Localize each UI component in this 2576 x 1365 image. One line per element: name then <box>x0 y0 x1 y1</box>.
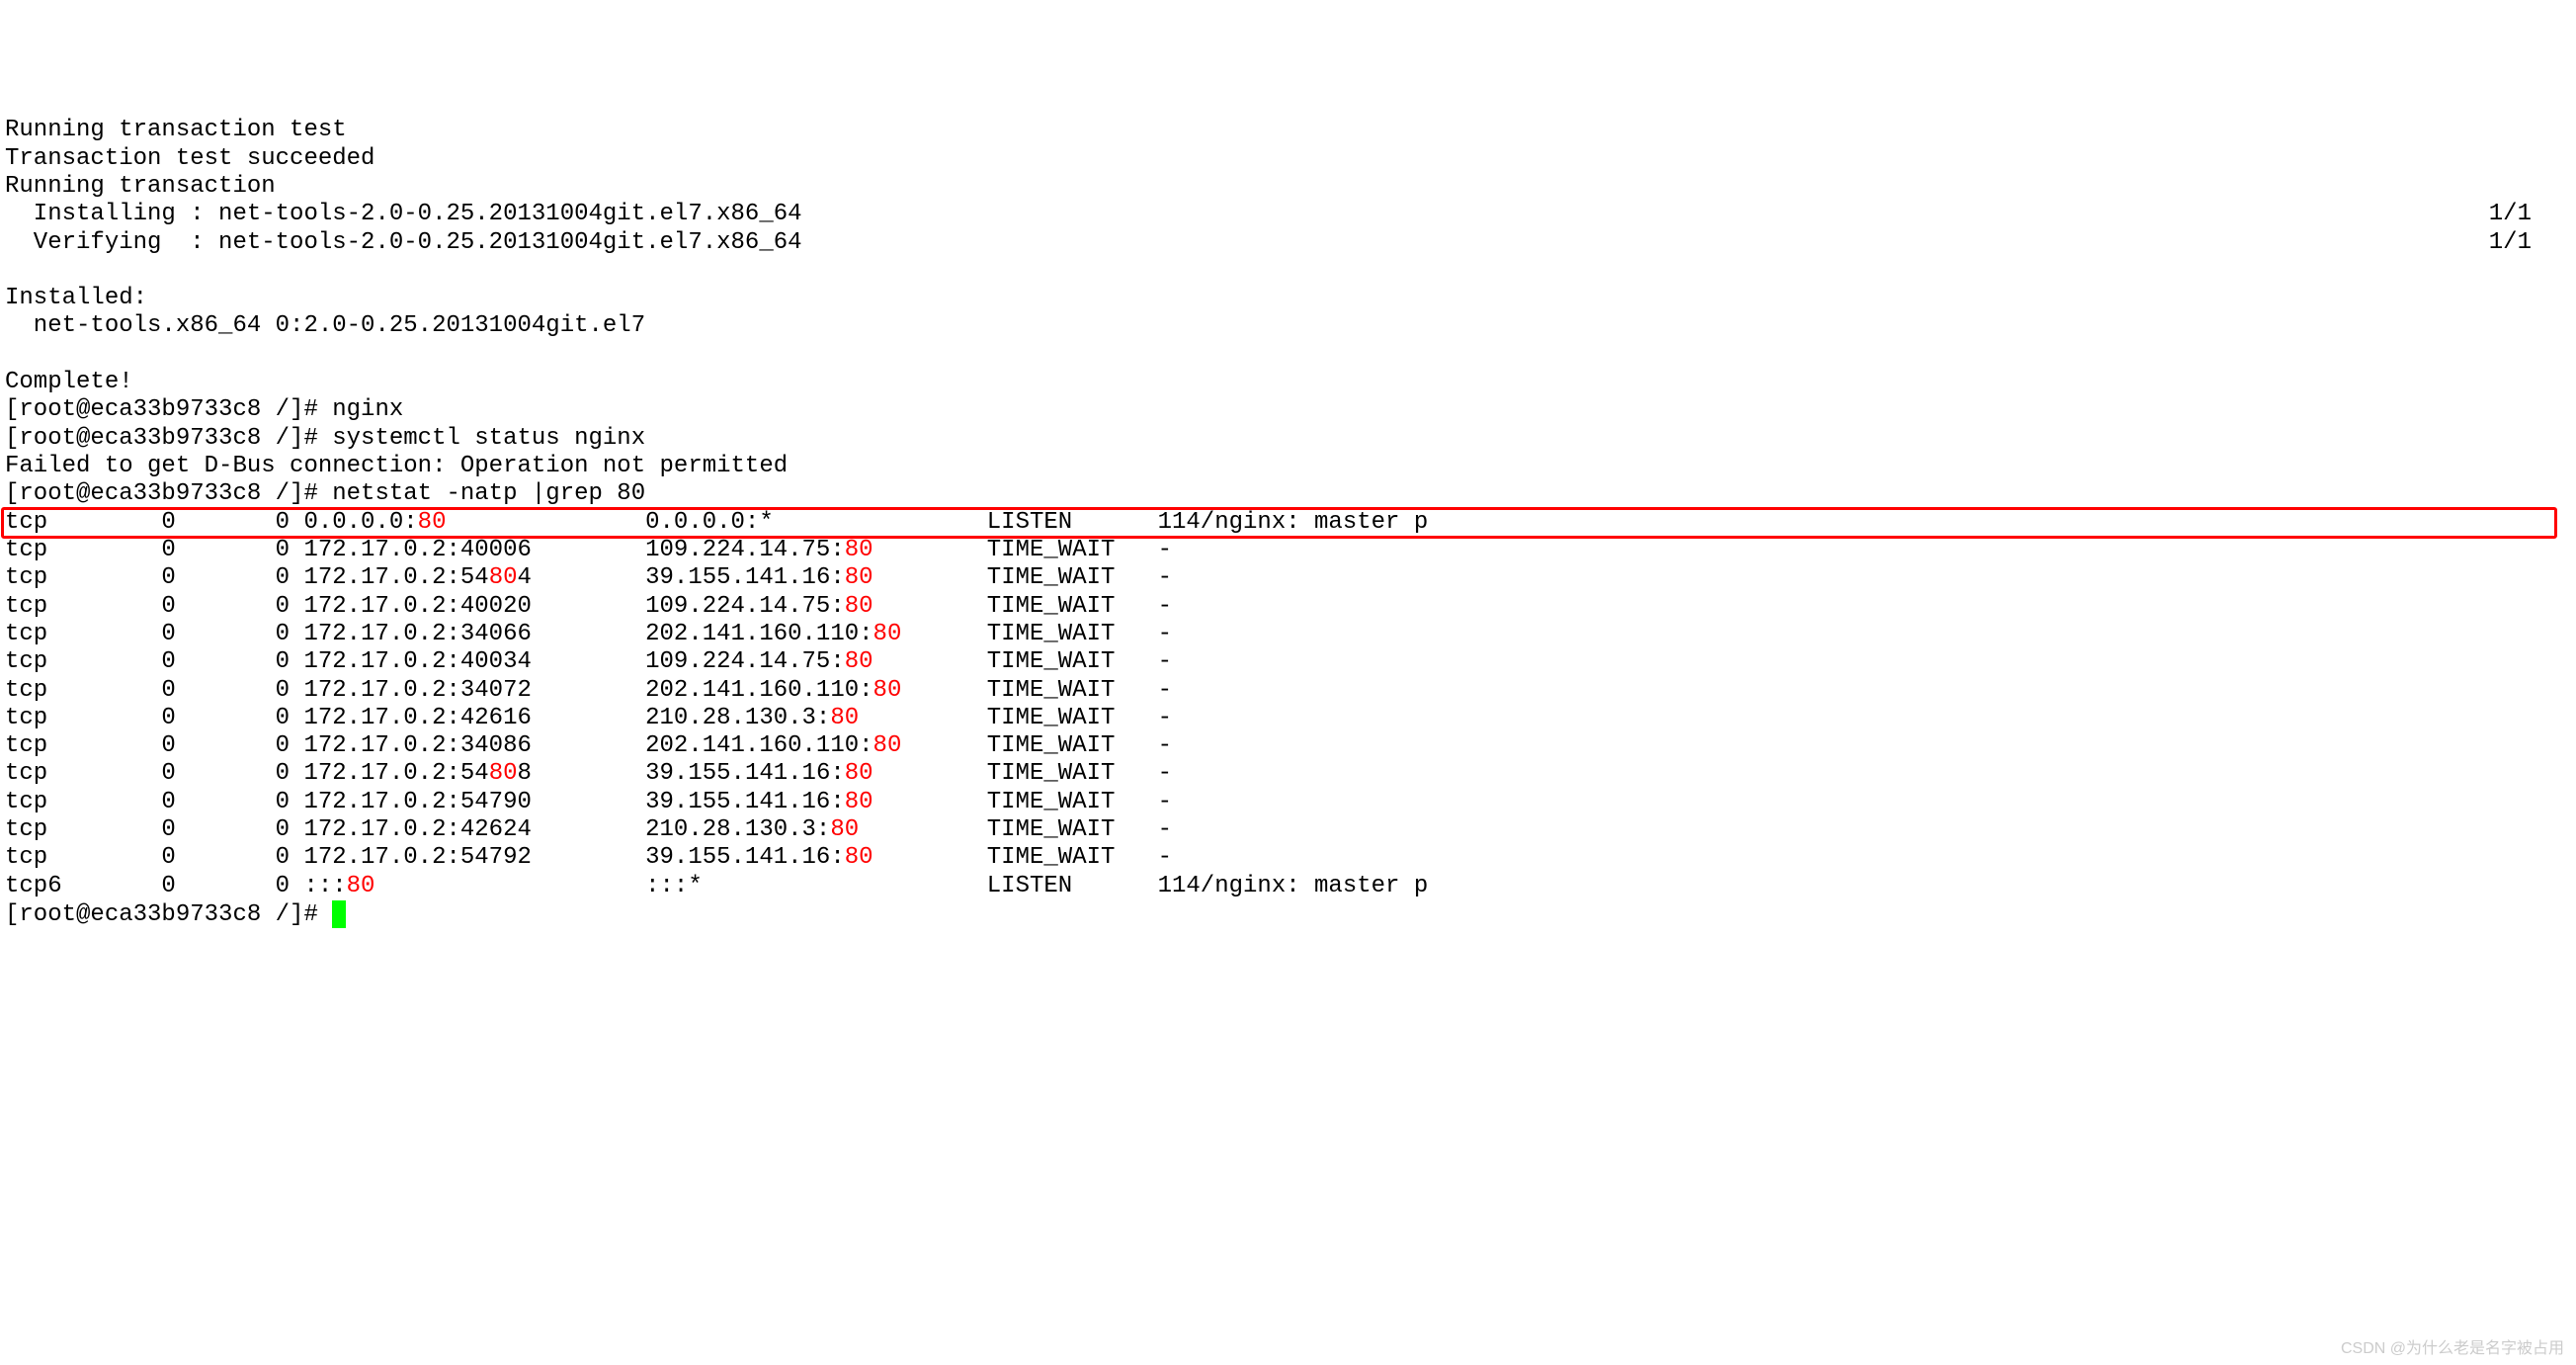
netstat-row: tcp 0 0 172.17.0.2:40020 109.224.14.75:8… <box>5 593 2571 621</box>
watermark-text: CSDN @为什么老是名字被占用 <box>2341 1340 2564 1359</box>
prompt-line[interactable]: [root@eca33b9733c8 /]# <box>5 900 2571 929</box>
netstat-row: tcp 0 0 172.17.0.2:42624 210.28.130.3:80… <box>5 816 2571 844</box>
prompt-line: [root@eca33b9733c8 /]# netstat -natp |gr… <box>5 480 2571 508</box>
cursor-icon <box>332 900 346 928</box>
output-line: Running transaction test <box>5 117 2571 144</box>
netstat-row: tcp 0 0 172.17.0.2:34066 202.141.160.110… <box>5 621 2571 648</box>
terminal-output: Running transaction testTransaction test… <box>5 117 2571 929</box>
netstat-row: tcp 0 0 172.17.0.2:34086 202.141.160.110… <box>5 732 2571 760</box>
output-line: Transaction test succeeded <box>5 145 2571 173</box>
netstat-row: tcp 0 0 172.17.0.2:54804 39.155.141.16:8… <box>5 564 2571 592</box>
netstat-row: tcp6 0 0 :::80 :::* LISTEN 114/nginx: ma… <box>5 873 2571 900</box>
output-line: Failed to get D-Bus connection: Operatio… <box>5 453 2571 480</box>
output-line <box>5 341 2571 369</box>
netstat-row: tcp 0 0 0.0.0.0:80 0.0.0.0:* LISTEN 114/… <box>5 509 2571 537</box>
output-line: Installing : net-tools-2.0-0.25.20131004… <box>5 201 2571 228</box>
netstat-row: tcp 0 0 172.17.0.2:42616 210.28.130.3:80… <box>5 705 2571 732</box>
netstat-row: tcp 0 0 172.17.0.2:54790 39.155.141.16:8… <box>5 789 2571 816</box>
output-line: Verifying : net-tools-2.0-0.25.20131004g… <box>5 229 2571 257</box>
output-line: net-tools.x86_64 0:2.0-0.25.20131004git.… <box>5 312 2571 340</box>
netstat-row: tcp 0 0 172.17.0.2:54808 39.155.141.16:8… <box>5 760 2571 788</box>
netstat-row: tcp 0 0 172.17.0.2:54792 39.155.141.16:8… <box>5 844 2571 872</box>
netstat-row: tcp 0 0 172.17.0.2:40006 109.224.14.75:8… <box>5 537 2571 564</box>
prompt-line: [root@eca33b9733c8 /]# systemctl status … <box>5 425 2571 453</box>
output-line: Complete! <box>5 369 2571 396</box>
netstat-row: tcp 0 0 172.17.0.2:34072 202.141.160.110… <box>5 677 2571 705</box>
netstat-row: tcp 0 0 172.17.0.2:40034 109.224.14.75:8… <box>5 648 2571 676</box>
output-line: Installed: <box>5 285 2571 312</box>
output-line <box>5 257 2571 285</box>
output-line: Running transaction <box>5 173 2571 201</box>
prompt-line: [root@eca33b9733c8 /]# nginx <box>5 396 2571 424</box>
